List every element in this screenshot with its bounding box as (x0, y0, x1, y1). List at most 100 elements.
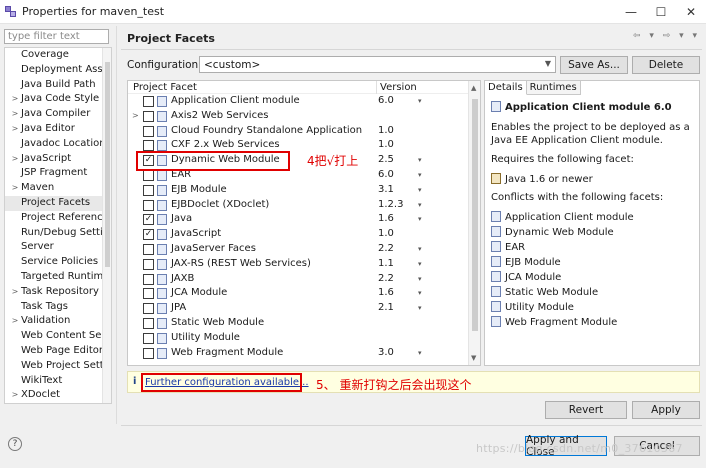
facet-checkbox[interactable] (143, 303, 154, 315)
facet-row[interactable]: Web Fragment Module 3.0 ▾ (128, 346, 480, 361)
tree-item[interactable]: Web Project Setti (5, 359, 111, 374)
tree-scrollbar[interactable] (102, 48, 111, 403)
facet-version[interactable]: 3.0 (378, 346, 394, 361)
facet-checkbox[interactable] (143, 258, 154, 270)
facet-checkbox[interactable] (143, 140, 154, 152)
expand-chevron-icon[interactable]: > (9, 107, 21, 122)
apply-button[interactable]: Apply (632, 401, 700, 419)
facet-version[interactable]: 2.1 (378, 301, 394, 316)
expand-chevron-icon[interactable]: > (9, 388, 21, 403)
scroll-up-icon[interactable]: ▲ (471, 84, 476, 92)
expand-chevron-icon[interactable]: > (9, 152, 21, 167)
pane-divider[interactable] (116, 26, 117, 424)
tree-scrollbar-thumb[interactable] (105, 62, 110, 267)
tree-item[interactable]: > JavaScript (5, 152, 111, 167)
tree-item[interactable]: > Java Editor (5, 122, 111, 137)
facets-scrollbar[interactable]: ▲ ▼ (468, 81, 480, 365)
facet-checkbox[interactable] (143, 288, 154, 300)
tree-item[interactable]: Project Referenc (5, 211, 111, 226)
version-dropdown-icon[interactable]: ▾ (418, 153, 422, 168)
facet-checkbox[interactable] (143, 243, 154, 255)
maximize-button[interactable]: ☐ (646, 0, 676, 24)
facet-version[interactable]: 3.1 (378, 183, 394, 198)
facet-checkbox[interactable] (143, 96, 154, 107)
version-dropdown-icon[interactable]: ▾ (418, 286, 422, 301)
expand-chevron-icon[interactable]: > (9, 314, 21, 329)
tree-item[interactable]: Java Build Path (5, 78, 111, 93)
expand-chevron-icon[interactable]: > (9, 92, 21, 107)
tree-item[interactable]: Targeted Runtim (5, 270, 111, 285)
facet-version[interactable]: 1.2.3 (378, 198, 403, 213)
tree-item[interactable]: JSP Fragment (5, 166, 111, 181)
tree-item[interactable]: Server (5, 240, 111, 255)
facet-checkbox[interactable] (143, 273, 154, 285)
tree-item[interactable]: Javadoc Location (5, 137, 111, 152)
facet-checkbox[interactable] (143, 125, 154, 137)
facet-row[interactable]: Static Web Module (128, 316, 480, 331)
tree-item[interactable]: > Validation (5, 314, 111, 329)
expand-chevron-icon[interactable]: > (9, 122, 21, 137)
facet-row[interactable]: Utility Module (128, 331, 480, 346)
version-dropdown-icon[interactable]: ▾ (418, 272, 422, 287)
apply-and-close-button[interactable]: Apply and Close (525, 434, 607, 458)
tree-item[interactable]: Web Content Se (5, 329, 111, 344)
version-column-header[interactable]: Version (376, 81, 417, 94)
tree-item[interactable]: > Maven (5, 181, 111, 196)
tree-item[interactable]: WikiText (5, 374, 111, 389)
close-button[interactable]: ✕ (676, 0, 706, 24)
delete-button[interactable]: Delete (632, 56, 700, 74)
tree-item[interactable]: > Task Repository (5, 285, 111, 300)
facet-version[interactable]: 2.2 (378, 242, 394, 257)
facet-version[interactable]: 6.0 (378, 168, 394, 183)
tree-item[interactable]: Coverage (5, 48, 111, 63)
history-nav-icons[interactable]: ⇦ ▾ ⇨ ▾ ▾ (633, 31, 700, 41)
facet-row[interactable]: Cloud Foundry Standalone Application 1.0 (128, 124, 480, 139)
facet-checkbox[interactable] (143, 184, 154, 196)
tree-item[interactable]: Run/Debug Setti (5, 226, 111, 241)
help-icon[interactable]: ? (8, 437, 22, 451)
version-dropdown-icon[interactable]: ▾ (418, 183, 422, 198)
facet-checkbox[interactable] (143, 110, 154, 122)
save-as-button[interactable]: Save As... (560, 56, 628, 74)
facet-version[interactable]: 1.6 (378, 212, 394, 227)
tree-item[interactable]: Task Tags (5, 300, 111, 315)
version-dropdown-icon[interactable]: ▾ (418, 346, 422, 361)
tab-details[interactable]: Details (485, 81, 527, 95)
scroll-down-icon[interactable]: ▼ (471, 354, 476, 362)
facet-row[interactable]: JAXB 2.2 ▾ (128, 272, 480, 287)
tree-item[interactable]: > Java Compiler (5, 107, 111, 122)
facet-row[interactable]: JavaServer Faces 2.2 ▾ (128, 242, 480, 257)
revert-button[interactable]: Revert (545, 401, 627, 419)
facet-version[interactable]: 1.6 (378, 286, 394, 301)
version-dropdown-icon[interactable]: ▾ (418, 168, 422, 183)
facet-row[interactable]: > Axis2 Web Services (128, 109, 480, 124)
facet-version[interactable]: 1.0 (378, 227, 394, 242)
facet-checkbox[interactable] (143, 169, 154, 181)
facet-row[interactable]: ✓ Java 1.6 ▾ (128, 212, 480, 227)
facet-checkbox[interactable] (143, 347, 154, 359)
tree-item[interactable]: Deployment Asse (5, 63, 111, 78)
facet-version[interactable]: 1.1 (378, 257, 394, 272)
facet-row[interactable]: EJBDoclet (XDoclet) 1.2.3 ▾ (128, 198, 480, 213)
facet-row[interactable]: JCA Module 1.6 ▾ (128, 286, 480, 301)
facet-row[interactable]: JPA 2.1 ▾ (128, 301, 480, 316)
facet-row[interactable]: JAX-RS (REST Web Services) 1.1 ▾ (128, 257, 480, 272)
filter-input[interactable] (4, 29, 109, 44)
tab-runtimes[interactable]: Runtimes (526, 81, 581, 95)
facet-checkbox[interactable]: ✓ (143, 229, 154, 241)
expand-chevron-icon[interactable]: > (9, 181, 21, 196)
tree-item[interactable]: > Java Code Style (5, 92, 111, 107)
version-dropdown-icon[interactable]: ▾ (418, 301, 422, 316)
facets-scrollbar-thumb[interactable] (472, 99, 478, 331)
tree-item[interactable]: Web Page Editor (5, 344, 111, 359)
facet-version[interactable]: 1.0 (378, 124, 394, 139)
expand-chevron-icon[interactable]: > (9, 285, 21, 300)
cancel-button[interactable]: Cancel (614, 436, 700, 456)
facet-version[interactable]: 6.0 (378, 94, 394, 109)
version-dropdown-icon[interactable]: ▾ (418, 257, 422, 272)
minimize-button[interactable]: — (616, 0, 646, 24)
configuration-select[interactable]: <custom> ▼ (199, 56, 556, 73)
facet-column-header[interactable]: Project Facet (133, 81, 197, 94)
version-dropdown-icon[interactable]: ▾ (418, 94, 422, 109)
version-dropdown-icon[interactable]: ▾ (418, 198, 422, 213)
